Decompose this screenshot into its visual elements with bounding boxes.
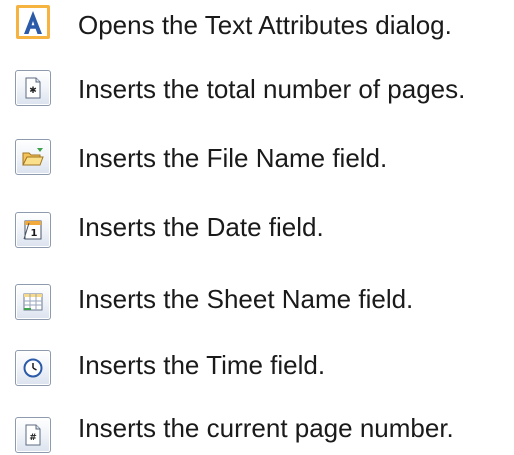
file-name-icon [22, 148, 44, 166]
legend-row-file-name: Inserts the File Name field. [0, 131, 514, 177]
page-count-button[interactable]: ✱ [15, 70, 51, 106]
date-icon: 1 [23, 220, 42, 240]
sheet-name-description: Inserts the Sheet Name field. [78, 284, 414, 314]
svg-text:#: # [29, 433, 37, 443]
page-number-description: Inserts the current page number. [78, 413, 454, 443]
legend-row-time: Inserts the Time field. [0, 342, 514, 388]
legend-row-page-number: # Inserts the current page number. [0, 409, 514, 455]
time-button[interactable] [15, 350, 51, 386]
page-count-icon: ✱ [25, 77, 41, 99]
time-description: Inserts the Time field. [78, 350, 326, 380]
file-name-description: Inserts the File Name field. [78, 143, 388, 173]
date-description: Inserts the Date field. [78, 212, 324, 242]
svg-text:✱: ✱ [29, 86, 37, 96]
sheet-name-button[interactable] [15, 284, 51, 320]
legend-row-date: 1 Inserts the Date field. [0, 200, 514, 248]
sheet-name-icon [23, 293, 43, 311]
page-count-description: Inserts the total number of pages. [78, 74, 466, 104]
date-button[interactable]: 1 [15, 212, 51, 248]
text-attributes-description: Opens the Text Attributes dialog. [78, 10, 452, 40]
text-attributes-icon [16, 5, 50, 39]
file-name-button[interactable] [15, 139, 51, 175]
time-icon [23, 358, 43, 378]
legend-row-text-attributes: Opens the Text Attributes dialog. [0, 4, 514, 50]
page-number-icon: # [25, 424, 41, 446]
legend-row-sheet-name: Inserts the Sheet Name field. [0, 272, 514, 320]
page-number-button[interactable]: # [15, 417, 51, 453]
legend-row-page-count: ✱ Inserts the total number of pages. [0, 66, 514, 112]
text-attributes-button[interactable] [15, 4, 51, 40]
svg-text:1: 1 [31, 228, 38, 239]
